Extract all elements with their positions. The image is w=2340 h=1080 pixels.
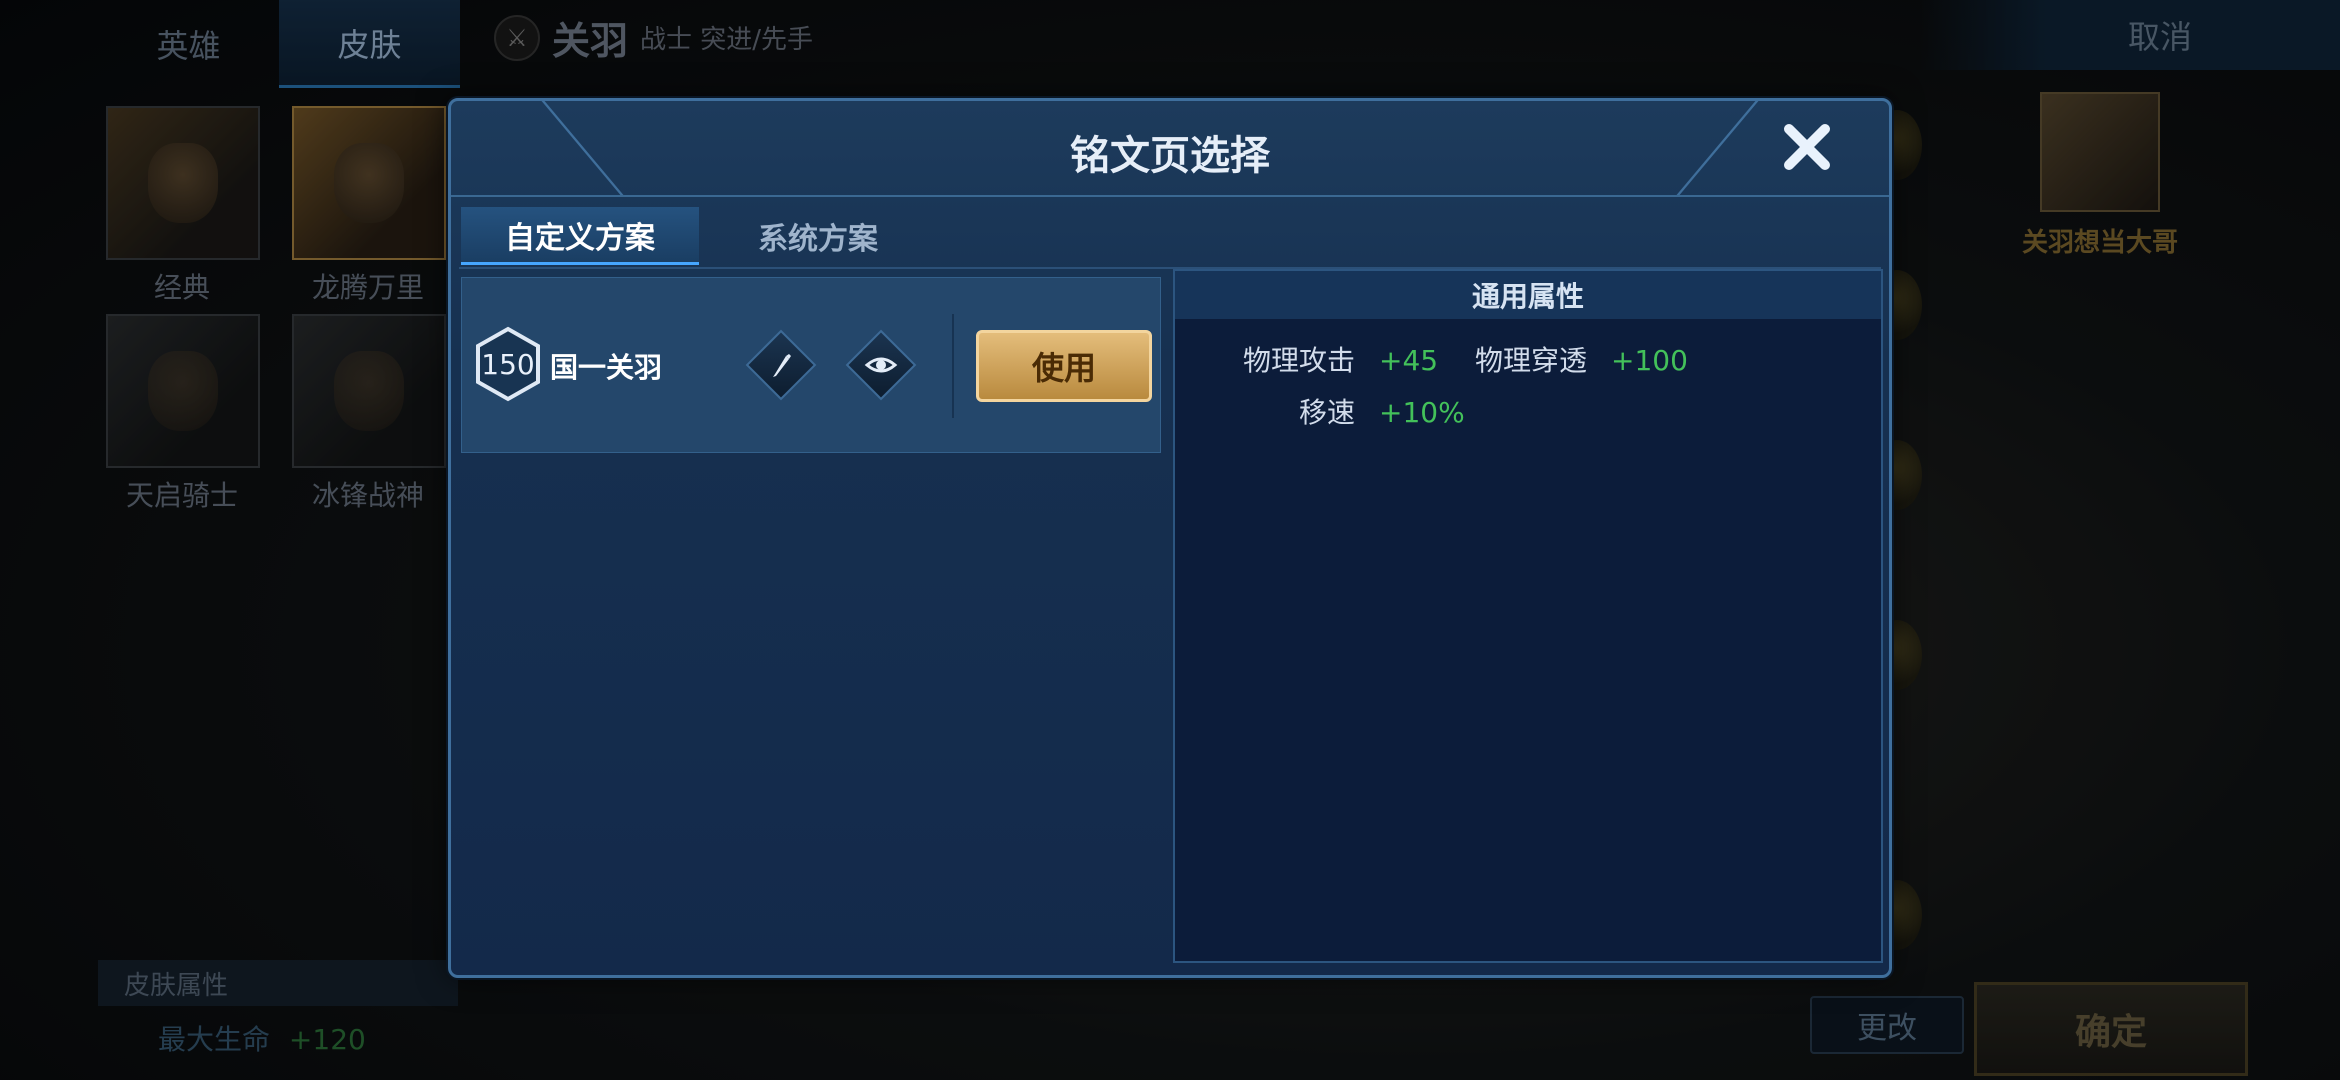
row-divider: [952, 314, 954, 418]
attribute-item: 物理穿透 +100: [1407, 339, 1688, 379]
edit-button[interactable]: [745, 329, 817, 401]
attribute-key: 物理攻击: [1242, 344, 1355, 377]
close-button[interactable]: [1775, 115, 1839, 179]
attribute-item: 移速 +10%: [1175, 391, 1465, 431]
dialog-title: 铭文页选择: [1070, 133, 1270, 179]
tab-system-scheme[interactable]: 系统方案: [699, 207, 937, 265]
rune-page-name: 国一关羽: [550, 351, 663, 384]
attribute-key: 移速: [1298, 396, 1355, 429]
rune-page-dialog: 铭文页选择 自定义方案 系统方案 150 国一关羽 使用 通用属性 物理攻击 +…: [448, 98, 1892, 978]
rune-page-row[interactable]: 150 国一关羽 使用: [461, 277, 1161, 453]
eye-icon: [864, 357, 898, 373]
attribute-title: 通用属性: [1175, 271, 1881, 319]
use-button[interactable]: 使用: [976, 330, 1152, 402]
scheme-tabs: 自定义方案 系统方案: [461, 207, 937, 265]
attribute-key: 物理穿透: [1474, 344, 1587, 377]
attribute-item: 物理攻击 +45: [1175, 339, 1438, 379]
attribute-value: +10%: [1379, 396, 1465, 429]
attribute-panel: 通用属性 物理攻击 +45 物理穿透 +100 移速 +10%: [1173, 269, 1883, 963]
tab-custom-scheme[interactable]: 自定义方案: [461, 207, 699, 265]
pencil-icon: [773, 354, 791, 377]
close-icon: [1784, 124, 1830, 170]
preview-button[interactable]: [845, 329, 917, 401]
rune-level-badge: 150: [474, 326, 542, 402]
rune-level: 150: [481, 347, 535, 381]
dialog-header: 铭文页选择: [451, 101, 1889, 197]
attribute-value: +100: [1611, 344, 1688, 377]
